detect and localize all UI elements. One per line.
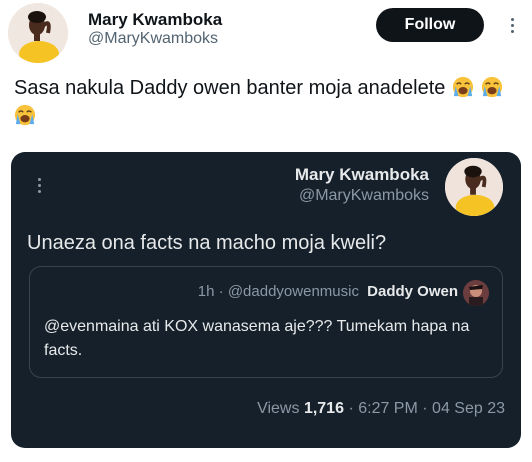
separator: · <box>348 400 354 417</box>
separator: · <box>422 400 428 417</box>
follow-button[interactable]: Follow <box>376 8 484 42</box>
avatar[interactable] <box>445 158 503 216</box>
quote-time[interactable]: 1h <box>198 283 215 300</box>
quote-author-name[interactable]: Daddy Owen <box>367 283 458 300</box>
more-options-icon[interactable] <box>29 172 49 198</box>
avatar-photo <box>463 280 489 306</box>
views-label: Views <box>257 400 300 417</box>
quote-avatar[interactable] <box>463 280 489 306</box>
tweet-time[interactable]: 6:27 PM <box>358 400 418 417</box>
crying-face-icon <box>481 76 502 98</box>
author-name[interactable]: Mary Kwamboka <box>88 10 222 30</box>
avatar-photo <box>445 158 503 216</box>
embed-author-name[interactable]: Mary Kwamboka <box>295 165 429 185</box>
quote-handle[interactable]: @daddyowenmusic <box>228 283 359 300</box>
author-handle[interactable]: @MaryKwamboks <box>88 30 218 48</box>
embed-author-handle[interactable]: @MaryKwamboks <box>299 187 429 205</box>
embed-tweet-text: Unaeza ona facts na macho moja kweli? <box>27 232 387 254</box>
embedded-tweet-card[interactable]: Mary Kwamboka @MaryKwamboks Unaeza ona f… <box>11 152 521 448</box>
tweet-date[interactable]: 04 Sep 23 <box>432 400 505 417</box>
tweet-text-content: Sasa nakula Daddy owen banter moja anade… <box>14 77 446 99</box>
avatar[interactable] <box>8 3 68 63</box>
views-count[interactable]: 1,716 <box>304 400 344 417</box>
crying-face-icon <box>452 76 474 98</box>
tweet-header: Mary Kwamboka @MaryKwamboks Follow <box>0 0 532 63</box>
quote-text: @evenmaina ati KOX wanasema aje??? Tumek… <box>44 318 470 359</box>
more-options-icon[interactable] <box>500 8 524 42</box>
crying-face-icon <box>14 104 36 126</box>
tweet-stats: Views 1,716 · 6:27 PM · 04 Sep 23 <box>257 400 505 418</box>
tweet-text: Sasa nakula Daddy owen banter moja anade… <box>14 74 524 130</box>
separator: · <box>218 283 224 300</box>
quoted-tweet[interactable]: 1h · @daddyowenmusic Daddy Owen @evenmai… <box>29 266 503 378</box>
quote-meta: 1h · @daddyowenmusic Daddy Owen <box>198 283 458 300</box>
avatar-photo <box>8 3 68 63</box>
